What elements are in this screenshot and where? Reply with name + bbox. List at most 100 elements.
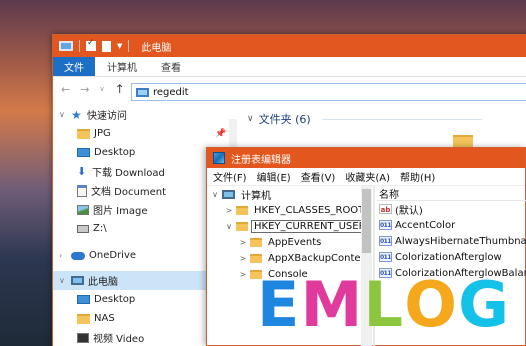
tree-node-label: 计算机 (241, 190, 271, 202)
menu-file[interactable]: 文件(F) (213, 169, 247, 184)
nav-item-jpg[interactable]: JPG 📌 (53, 124, 239, 143)
tab-view[interactable]: 查看 (149, 57, 193, 76)
tree-node-label: AppXBackupConter (268, 252, 365, 264)
folder-icon (250, 237, 262, 247)
nav-item-label: JPG (94, 128, 111, 139)
collapse-icon[interactable]: ∨ (225, 222, 233, 231)
collapse-icon[interactable]: ∨ (59, 276, 67, 285)
nav-item-label: Desktop (94, 294, 136, 305)
menu-edit[interactable]: 编辑(E) (257, 169, 291, 184)
divider (128, 40, 130, 52)
binary-value-icon: 011 (379, 236, 392, 246)
menu-bar: 文件(F) 编辑(E) 查看(V) 收藏夹(A) 帮助(H) (207, 168, 525, 186)
expand-icon[interactable]: > (239, 270, 247, 279)
properties-icon[interactable] (86, 38, 96, 51)
recent-dropdown-icon[interactable]: ∨ (99, 85, 104, 93)
back-arrow-icon[interactable]: ← (61, 83, 70, 96)
divider (79, 40, 80, 52)
nav-item-label: 视频 Video (93, 334, 145, 345)
value-row[interactable]: ab (默认) (377, 201, 526, 217)
value-row[interactable]: 011 AlwaysHibernateThumbnails (377, 233, 526, 249)
nav-item-label: 文档 Document (91, 187, 166, 198)
desktop-icon (77, 295, 90, 304)
nav-item-label: Desktop (94, 147, 136, 158)
nav-item-label: OneDrive (89, 250, 137, 261)
value-row[interactable]: 011 ColorizationAfterglow (377, 249, 526, 265)
group-label: 文件夹 (6) (258, 113, 311, 126)
folder-icon (77, 313, 90, 324)
folder-open-icon (236, 221, 248, 231)
tree-node-label: HKEY_CURRENT_USER (251, 219, 369, 233)
nav-item-label: Z:\ (93, 223, 107, 234)
tab-computer[interactable]: 计算机 (95, 57, 149, 76)
binary-value-icon: 011 (379, 252, 392, 262)
document-icon (77, 184, 87, 197)
quick-access-dropdown-icon[interactable]: ▼ (117, 42, 122, 50)
column-header-name[interactable]: 名称 (377, 186, 526, 201)
window-title: 注册表编辑器 (231, 154, 291, 166)
string-value-icon: ab (379, 204, 392, 214)
tree-node-label: HKEY_CLASSES_ROOT (254, 204, 365, 216)
menu-favorites[interactable]: 收藏夹(A) (345, 169, 390, 184)
computer-icon (59, 41, 73, 51)
tree-node-hkcr[interactable]: > HKEY_CLASSES_ROOT (207, 202, 373, 218)
nav-item-label: 图片 Image (93, 206, 148, 217)
drive-icon (77, 224, 89, 233)
folder-icon[interactable] (453, 135, 473, 147)
binary-value-icon: 011 (379, 220, 392, 230)
watermark-letter: L (363, 268, 403, 341)
regedit-title-bar[interactable]: 注册表编辑器 (207, 148, 525, 168)
scrollbar-thumb[interactable] (362, 189, 371, 253)
watermark-letter: E (257, 268, 300, 341)
star-icon: ★ (71, 107, 82, 122)
window-title: 此电脑 (141, 42, 172, 54)
value-name: ColorizationAfterglow (395, 251, 502, 263)
tree-node-hkcu[interactable]: ∨ HKEY_CURRENT_USER (207, 218, 373, 234)
expand-icon[interactable]: › (59, 251, 67, 260)
collapse-icon[interactable]: ∨ (59, 110, 67, 119)
expand-icon[interactable]: > (239, 238, 247, 247)
watermark-letter: G (458, 268, 509, 341)
up-arrow-icon[interactable]: ↑ (115, 82, 125, 96)
value-name: AlwaysHibernateThumbnails (395, 235, 526, 247)
tree-node-appevents[interactable]: > AppEvents (207, 234, 373, 250)
video-icon (77, 332, 89, 343)
nav-item-label: NAS (94, 313, 115, 324)
chevron-down-icon[interactable]: ∨ (247, 114, 254, 124)
nav-item-label: 快速访问 (87, 111, 127, 122)
computer-icon (71, 276, 84, 285)
value-name: AccentColor (395, 219, 456, 231)
tree-node-appxbackup[interactable]: > AppXBackupConter (207, 250, 373, 266)
nav-item-label: 此电脑 (88, 277, 118, 288)
address-bar[interactable]: regedit (131, 83, 526, 101)
collapse-icon[interactable]: ∨ (211, 190, 219, 199)
cloud-icon (71, 251, 85, 260)
computer-icon (222, 189, 235, 199)
folder-icon (250, 253, 262, 263)
tab-file[interactable]: 文件 (53, 57, 95, 76)
registry-cube-icon (213, 152, 225, 164)
tree-node-label: AppEvents (268, 236, 322, 248)
explorer-title-bar[interactable]: ▼ 此电脑 (53, 35, 526, 57)
menu-help[interactable]: 帮助(H) (400, 169, 435, 184)
pin-icon[interactable]: 📌 (215, 129, 226, 139)
folders-group-header[interactable]: ∨ 文件夹 (6) (247, 111, 482, 127)
watermark-letter: M (300, 268, 363, 341)
expand-icon[interactable]: > (239, 254, 247, 263)
value-row[interactable]: 011 AccentColor (377, 217, 526, 233)
nav-item-quick-access[interactable]: ∨ ★ 快速访问 (53, 105, 239, 124)
folder-icon (77, 128, 90, 139)
value-name: (默认) (395, 205, 423, 217)
address-text[interactable]: regedit (153, 87, 189, 98)
picture-icon (77, 204, 89, 215)
expand-icon[interactable]: > (225, 206, 233, 215)
ribbon-tabs: 文件 计算机 查看 (53, 57, 526, 77)
emlog-watermark-logo: E M L O G (257, 272, 509, 338)
nav-item-label: 下载 Download (92, 168, 165, 179)
forward-arrow-icon[interactable]: → (80, 83, 89, 96)
new-folder-icon[interactable] (102, 40, 111, 52)
computer-icon (136, 87, 149, 97)
tree-node-computer[interactable]: ∨ 计算机 (207, 186, 373, 202)
menu-view[interactable]: 查看(V) (301, 169, 336, 184)
folder-icon (236, 205, 248, 215)
